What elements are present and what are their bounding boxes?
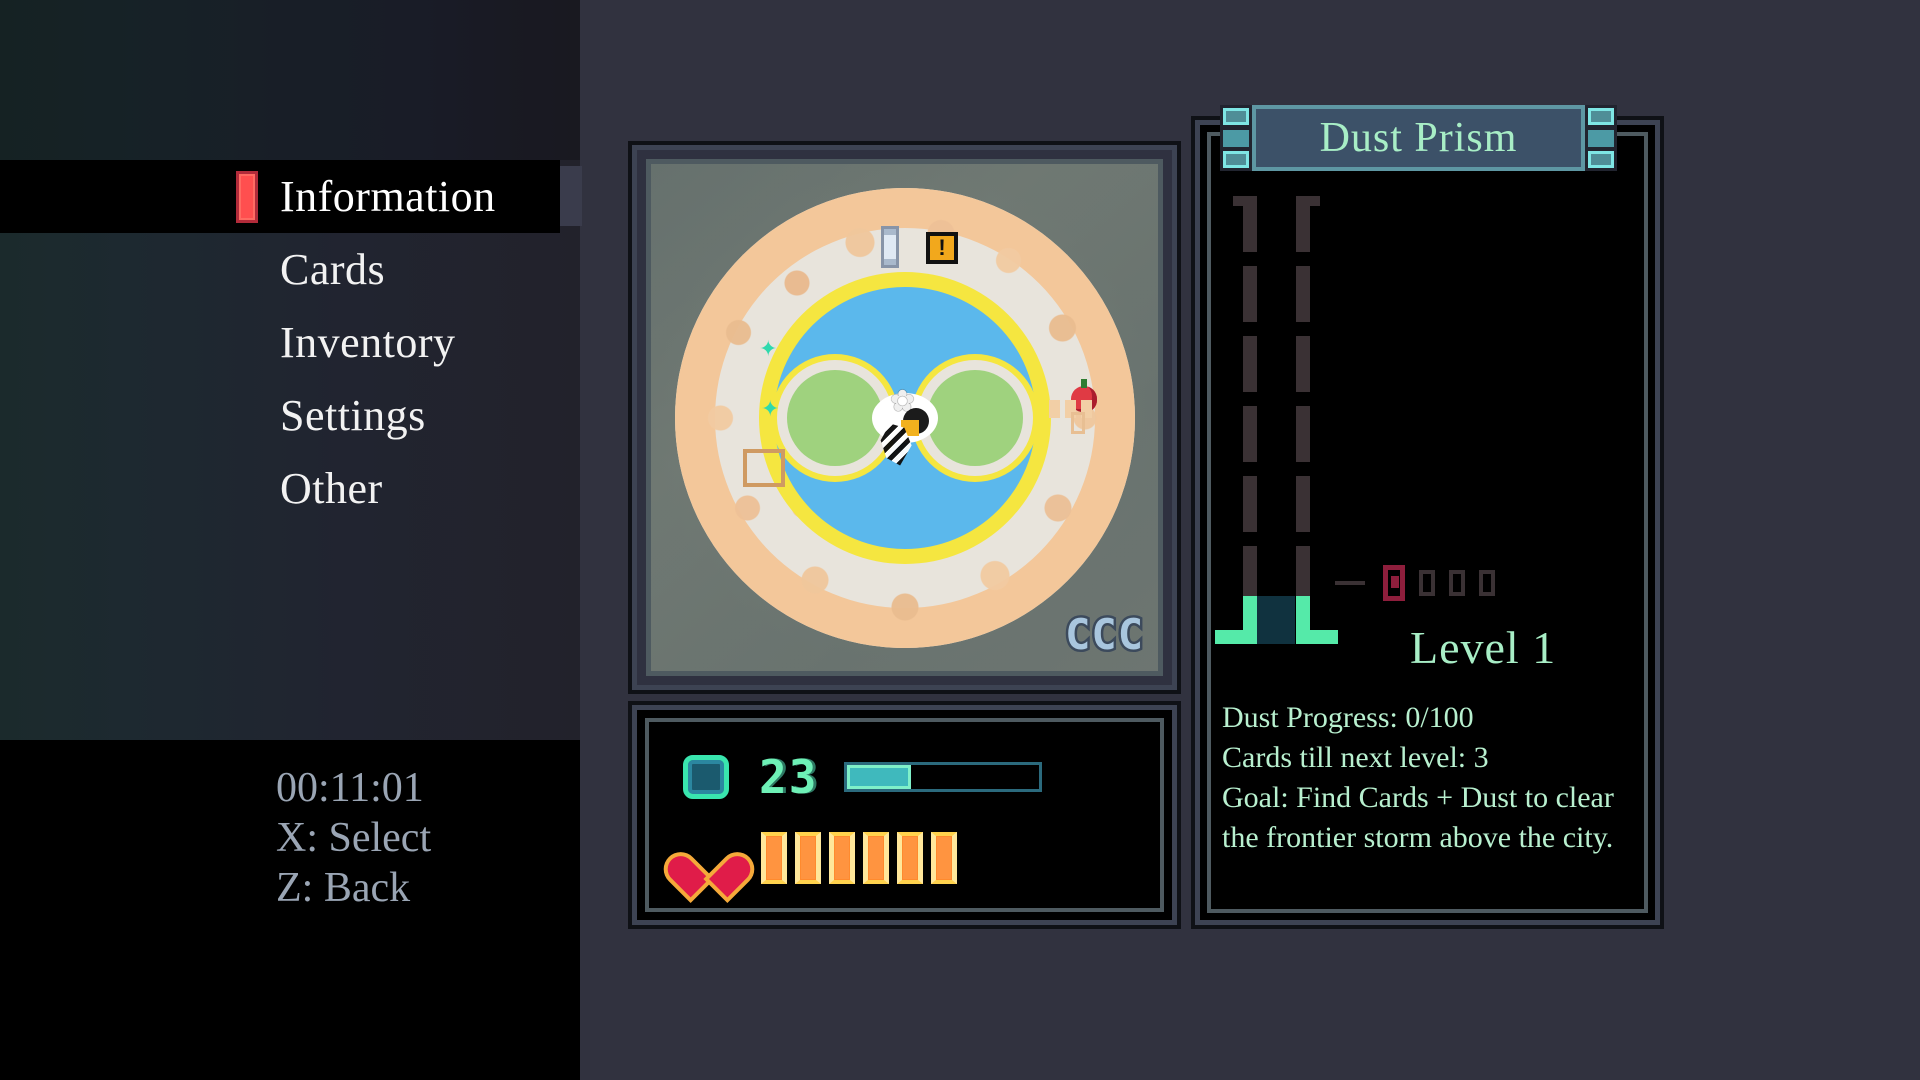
prism-base-core — [1257, 596, 1295, 644]
title-bracket-right-icon — [1585, 105, 1617, 171]
sidebar: Information Cards Inventory Settings Oth… — [0, 0, 582, 1080]
bracket-segment — [1588, 151, 1614, 168]
sparkle-icon: ✦ — [759, 337, 778, 362]
health-pips — [761, 832, 957, 884]
dust-prism-title-label: Dust Prism — [1319, 115, 1518, 161]
bracket-segment — [1223, 129, 1249, 147]
health-pip — [931, 832, 957, 884]
chest-icon — [743, 449, 785, 487]
hud-footer: 00:11:01 X: Select Z: Back — [0, 740, 580, 915]
health-pip — [829, 832, 855, 884]
dust-progress-bar — [844, 762, 1043, 792]
prism-level-label: Level 1 — [1410, 622, 1557, 673]
card-slot-empty[interactable] — [1479, 570, 1495, 596]
door-icon — [1071, 412, 1085, 434]
health-pip — [761, 832, 787, 884]
status-inner-frame: 23 — [645, 718, 1164, 912]
health-pip — [897, 832, 923, 884]
bracket-segment — [1588, 129, 1614, 147]
sparkle-icon: ✦ — [761, 397, 780, 422]
goal-line-2: the frontier storm above the city. — [1222, 821, 1614, 855]
minimap-panel[interactable]: ✿ ! ✦ ✦ CCC — [632, 145, 1177, 690]
prism-column-left — [1233, 196, 1257, 596]
menu-item-label: Cards — [280, 244, 386, 294]
minimap-grove-right — [926, 369, 1023, 466]
health-pip — [863, 832, 889, 884]
card-slot-empty[interactable] — [1449, 570, 1465, 596]
bracket-segment — [1588, 108, 1614, 125]
goal-line-1: Goal: Find Cards + Dust to clear — [1222, 781, 1614, 815]
bracket-segment — [1223, 151, 1249, 168]
cards-till-next-level-line: Cards till next level: 3 — [1222, 741, 1489, 775]
prism-connector-line — [1335, 581, 1365, 585]
minimap-inner-frame: ✿ ! ✦ ✦ CCC — [646, 159, 1163, 676]
prism-column-right — [1296, 196, 1320, 596]
prism-card-slots — [1335, 565, 1495, 601]
player-sprite-icon: ✿ — [889, 384, 916, 418]
play-timer: 00:11:01 — [276, 765, 424, 811]
dust-status-row: 23 — [683, 750, 1043, 804]
menu-item-information[interactable]: Information — [0, 160, 582, 233]
bracket-segment — [1223, 108, 1249, 125]
dust-prism-title-plaque: Dust Prism — [1252, 105, 1585, 171]
menu-cursor-icon — [236, 170, 258, 223]
alert-icon: ! — [926, 232, 958, 264]
menu-item-label: Inventory — [280, 317, 456, 367]
game-screen: Information Cards Inventory Settings Oth… — [0, 0, 1920, 1080]
select-hint: X: Select — [276, 814, 432, 861]
prism-foot-right — [1296, 596, 1338, 644]
main-menu: Information Cards Inventory Settings Oth… — [0, 160, 582, 525]
dust-progress-fill — [847, 765, 911, 789]
menu-item-settings[interactable]: Settings — [0, 379, 580, 452]
sidebar-top-shade — [0, 0, 580, 160]
totem-icon — [881, 226, 899, 268]
menu-item-other[interactable]: Other — [0, 452, 580, 525]
region-tag: CCC — [1063, 608, 1146, 662]
prism-base — [1215, 596, 1338, 644]
card-slot-filled[interactable] — [1383, 565, 1405, 601]
heart-icon — [683, 835, 735, 881]
status-panel: 23 — [632, 705, 1177, 925]
health-pip — [795, 832, 821, 884]
title-bracket-left-icon — [1220, 105, 1252, 171]
menu-item-inventory[interactable]: Inventory — [0, 306, 580, 379]
health-status-row — [683, 832, 957, 884]
dust-count-label: 23 — [759, 750, 819, 804]
card-slot-empty[interactable] — [1419, 570, 1435, 596]
dust-progress-line: Dust Progress: 0/100 — [1222, 701, 1474, 734]
dust-crystal-icon — [683, 755, 729, 799]
dust-prism-title-bar: Dust Prism — [1220, 105, 1617, 171]
back-hint: Z: Back — [276, 864, 411, 911]
menu-item-label: Other — [280, 463, 383, 513]
minimap-grove-left — [786, 369, 883, 466]
menu-item-label: Settings — [280, 390, 426, 440]
menu-item-cards[interactable]: Cards — [0, 233, 580, 306]
prism-foot-left — [1215, 596, 1257, 644]
prism-info-text: Dust Progress: 0/100 Cards till next lev… — [1222, 700, 1642, 860]
menu-item-label: Information — [280, 171, 496, 221]
minimap-canvas: ✿ ! ✦ ✦ CCC — [651, 164, 1158, 671]
